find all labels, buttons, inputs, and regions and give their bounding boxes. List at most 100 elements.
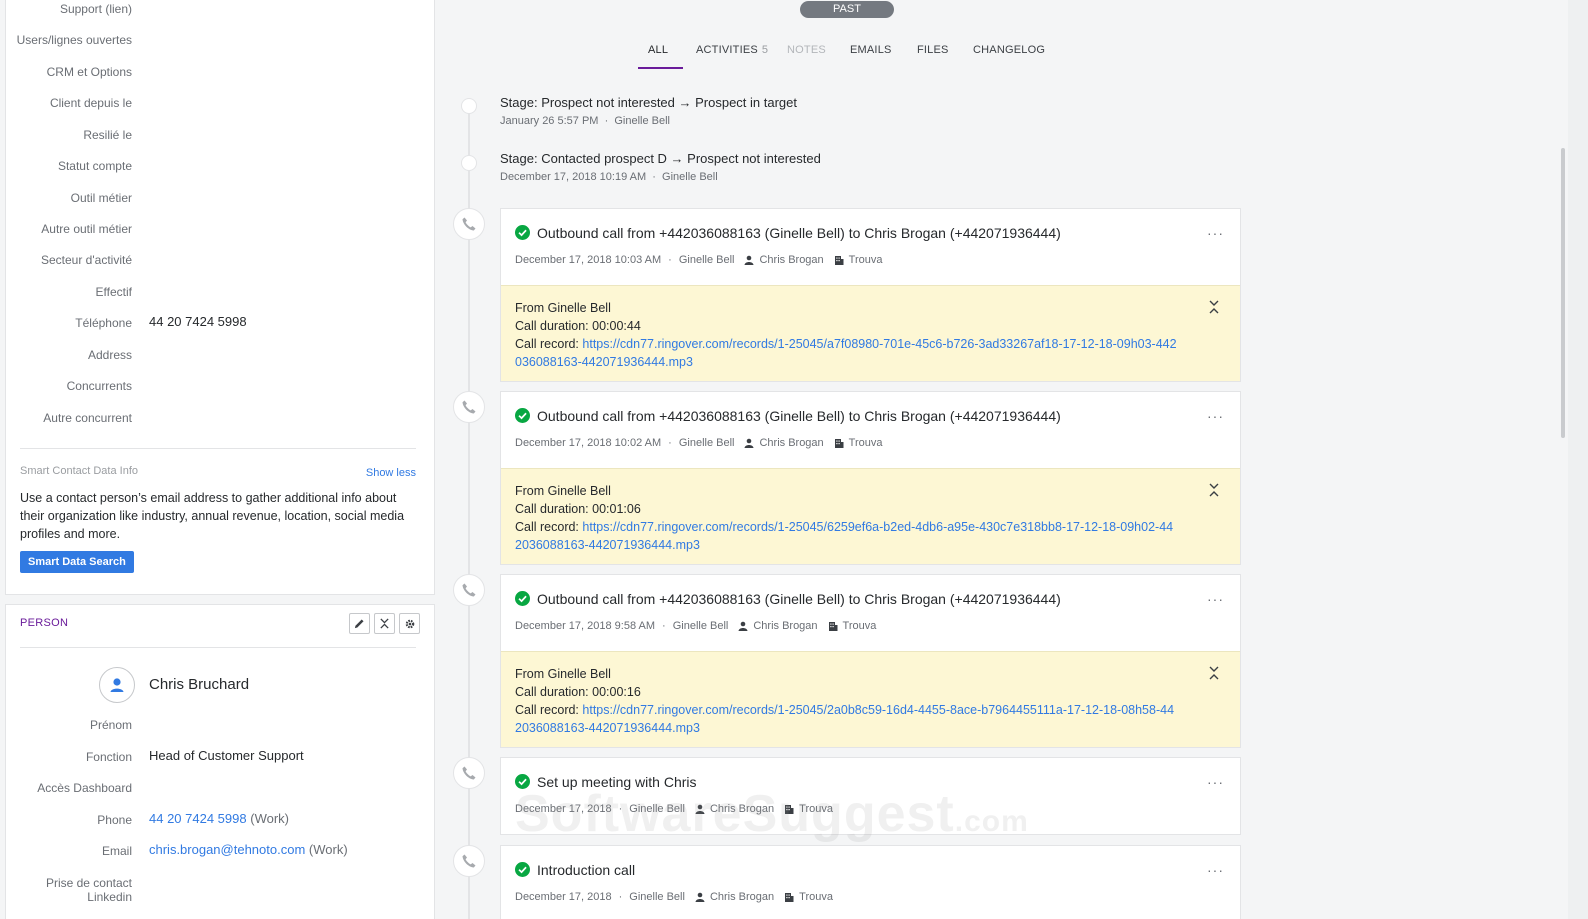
call-record-link[interactable]: https://cdn77.ringover.com/records/1-250… xyxy=(515,337,1177,369)
field-label-line2: Linkedin xyxy=(87,890,132,904)
activity-org-link[interactable]: Trouva xyxy=(843,620,877,632)
person-field-linkedin[interactable]: Prise de contact Linkedin xyxy=(6,873,426,907)
collapse-icon[interactable] xyxy=(1208,666,1220,680)
stage-user[interactable]: Ginelle Bell xyxy=(614,115,670,127)
field-resilie[interactable]: Resilié le xyxy=(6,125,426,145)
more-options-icon[interactable]: ··· xyxy=(1207,774,1224,790)
activity-person-link[interactable]: Chris Brogan xyxy=(710,803,774,815)
divider xyxy=(20,448,416,449)
note-record: Call record: https://cdn77.ringover.com/… xyxy=(515,701,1180,737)
activity-org-link[interactable]: Trouva xyxy=(849,437,883,449)
more-options-icon[interactable]: ··· xyxy=(1207,591,1224,607)
left-sidebar: Support (lien) Users/lignes ouvertes CRM… xyxy=(0,0,436,919)
tab-all[interactable]: ALL xyxy=(648,44,668,56)
field-crm[interactable]: CRM et Options xyxy=(6,62,426,82)
field-outil[interactable]: Outil métier xyxy=(6,188,426,208)
more-options-icon[interactable]: ··· xyxy=(1207,225,1224,241)
check-circle-icon[interactable] xyxy=(515,408,530,423)
call-record-link[interactable]: https://cdn77.ringover.com/records/1-250… xyxy=(515,520,1173,552)
activity-card[interactable]: Outbound call from +442036088163 (Ginell… xyxy=(500,574,1241,748)
activity-card[interactable]: Outbound call from +442036088163 (Ginell… xyxy=(500,208,1241,382)
tab-activities[interactable]: ACTIVITIES 5 xyxy=(696,44,768,56)
activity-title[interactable]: Set up meeting with Chris xyxy=(537,774,697,790)
field-effectif[interactable]: Effectif xyxy=(6,282,426,302)
smart-data-search-button[interactable]: Smart Data Search xyxy=(20,551,134,573)
field-concurrents[interactable]: Concurrents xyxy=(6,376,426,396)
stage-user[interactable]: Ginelle Bell xyxy=(662,171,718,183)
check-circle-icon[interactable] xyxy=(515,862,530,877)
timeline-dot xyxy=(461,98,477,114)
call-record-link[interactable]: https://cdn77.ringover.com/records/1-250… xyxy=(515,703,1174,735)
activity-org-link[interactable]: Trouva xyxy=(849,254,883,266)
field-value[interactable]: Head of Customer Support xyxy=(149,748,304,763)
collapse-icon[interactable] xyxy=(1208,300,1220,314)
more-options-icon[interactable]: ··· xyxy=(1207,408,1224,424)
field-label: CRM et Options xyxy=(46,65,132,79)
person-name[interactable]: Chris Bruchard xyxy=(149,676,249,693)
activity-user[interactable]: Ginelle Bell xyxy=(679,254,735,266)
building-icon xyxy=(834,256,844,265)
activity-org-link[interactable]: Trouva xyxy=(799,891,833,903)
tab-changelog[interactable]: CHANGELOG xyxy=(973,44,1045,56)
email-link[interactable]: chris.brogan@tehnoto.com xyxy=(149,842,305,857)
phone-link[interactable]: 44 20 7424 5998 xyxy=(149,811,247,826)
field-label: Prénom xyxy=(89,718,132,732)
activity-user[interactable]: Ginelle Bell xyxy=(679,437,735,449)
activity-title[interactable]: Introduction call xyxy=(537,862,635,878)
timeline-panel: PAST ALL ACTIVITIES 5 NOTES EMAILS FILES … xyxy=(436,0,1558,919)
activity-title[interactable]: Outbound call from +442036088163 (Ginell… xyxy=(537,225,1061,241)
field-support[interactable]: Support (lien) xyxy=(6,0,426,19)
call-activity-dot xyxy=(453,845,485,877)
field-autre-concurrent[interactable]: Autre concurrent xyxy=(6,408,426,428)
person-field-fonction[interactable]: Fonction Head of Customer Support xyxy=(6,747,426,767)
collapse-button[interactable] xyxy=(374,613,395,634)
person-field-phone[interactable]: Phone 44 20 7424 5998 (Work) xyxy=(6,810,426,830)
tab-count-badge: 5 xyxy=(761,44,769,56)
activity-card[interactable]: Outbound call from +442036088163 (Ginell… xyxy=(500,391,1241,565)
stage-date: January 26 5:57 PM xyxy=(500,115,599,127)
check-circle-icon[interactable] xyxy=(515,591,530,606)
activity-person-link[interactable]: Chris Brogan xyxy=(759,437,823,449)
activity-person-link[interactable]: Chris Brogan xyxy=(753,620,817,632)
field-address[interactable]: Address xyxy=(6,345,426,365)
activity-org-link[interactable]: Trouva xyxy=(799,803,833,815)
person-field-dashboard[interactable]: Accès Dashboard xyxy=(6,778,426,798)
activity-title[interactable]: Outbound call from +442036088163 (Ginell… xyxy=(537,408,1061,424)
person-field-prenom[interactable]: Prénom xyxy=(6,715,426,735)
show-less-link[interactable]: Show less xyxy=(366,467,416,479)
edit-button[interactable] xyxy=(349,613,370,634)
phone-icon xyxy=(462,400,476,414)
note-from: From Ginelle Bell xyxy=(515,484,611,498)
person-card: PERSON Chris Bruchard Prénom Fonction Hea… xyxy=(5,604,435,919)
field-client-since[interactable]: Client depuis le xyxy=(6,93,426,113)
tab-emails[interactable]: EMAILS xyxy=(850,44,892,56)
check-circle-icon[interactable] xyxy=(515,225,530,240)
field-value[interactable]: 44 20 7424 5998 xyxy=(149,314,247,329)
vertical-scrollbar[interactable] xyxy=(1558,0,1568,919)
activity-title[interactable]: Outbound call from +442036088163 (Ginell… xyxy=(537,591,1061,607)
tab-notes[interactable]: NOTES xyxy=(787,44,826,56)
collapse-icon[interactable] xyxy=(1208,483,1220,497)
past-pill[interactable]: PAST xyxy=(800,1,894,18)
activity-user[interactable]: Ginelle Bell xyxy=(673,620,729,632)
person-field-email[interactable]: Email chris.brogan@tehnoto.com (Work) xyxy=(6,841,426,861)
activity-header: Outbound call from +442036088163 (Ginell… xyxy=(501,209,1240,285)
scrollbar-thumb[interactable] xyxy=(1561,148,1565,438)
field-secteur[interactable]: Secteur d'activité xyxy=(6,250,426,270)
settings-button[interactable] xyxy=(399,613,420,634)
field-label: Statut compte xyxy=(57,159,132,173)
phone-icon xyxy=(462,854,476,868)
activity-person-link[interactable]: Chris Brogan xyxy=(710,891,774,903)
tab-files[interactable]: FILES xyxy=(917,44,949,56)
activity-user[interactable]: Ginelle Bell xyxy=(629,803,685,815)
field-autre-outil[interactable]: Autre outil métier xyxy=(6,219,426,239)
check-circle-icon[interactable] xyxy=(515,774,530,789)
activity-card[interactable]: Set up meeting with Chris ··· December 1… xyxy=(500,757,1241,835)
activity-user[interactable]: Ginelle Bell xyxy=(629,891,685,903)
activity-card[interactable]: Introduction call ··· December 17, 2018 ·… xyxy=(500,845,1241,919)
field-telephone[interactable]: Téléphone 44 20 7424 5998 xyxy=(6,313,426,333)
more-options-icon[interactable]: ··· xyxy=(1207,862,1224,878)
field-users[interactable]: Users/lignes ouvertes xyxy=(6,30,426,50)
activity-person-link[interactable]: Chris Brogan xyxy=(759,254,823,266)
field-statut[interactable]: Statut compte xyxy=(6,156,426,176)
